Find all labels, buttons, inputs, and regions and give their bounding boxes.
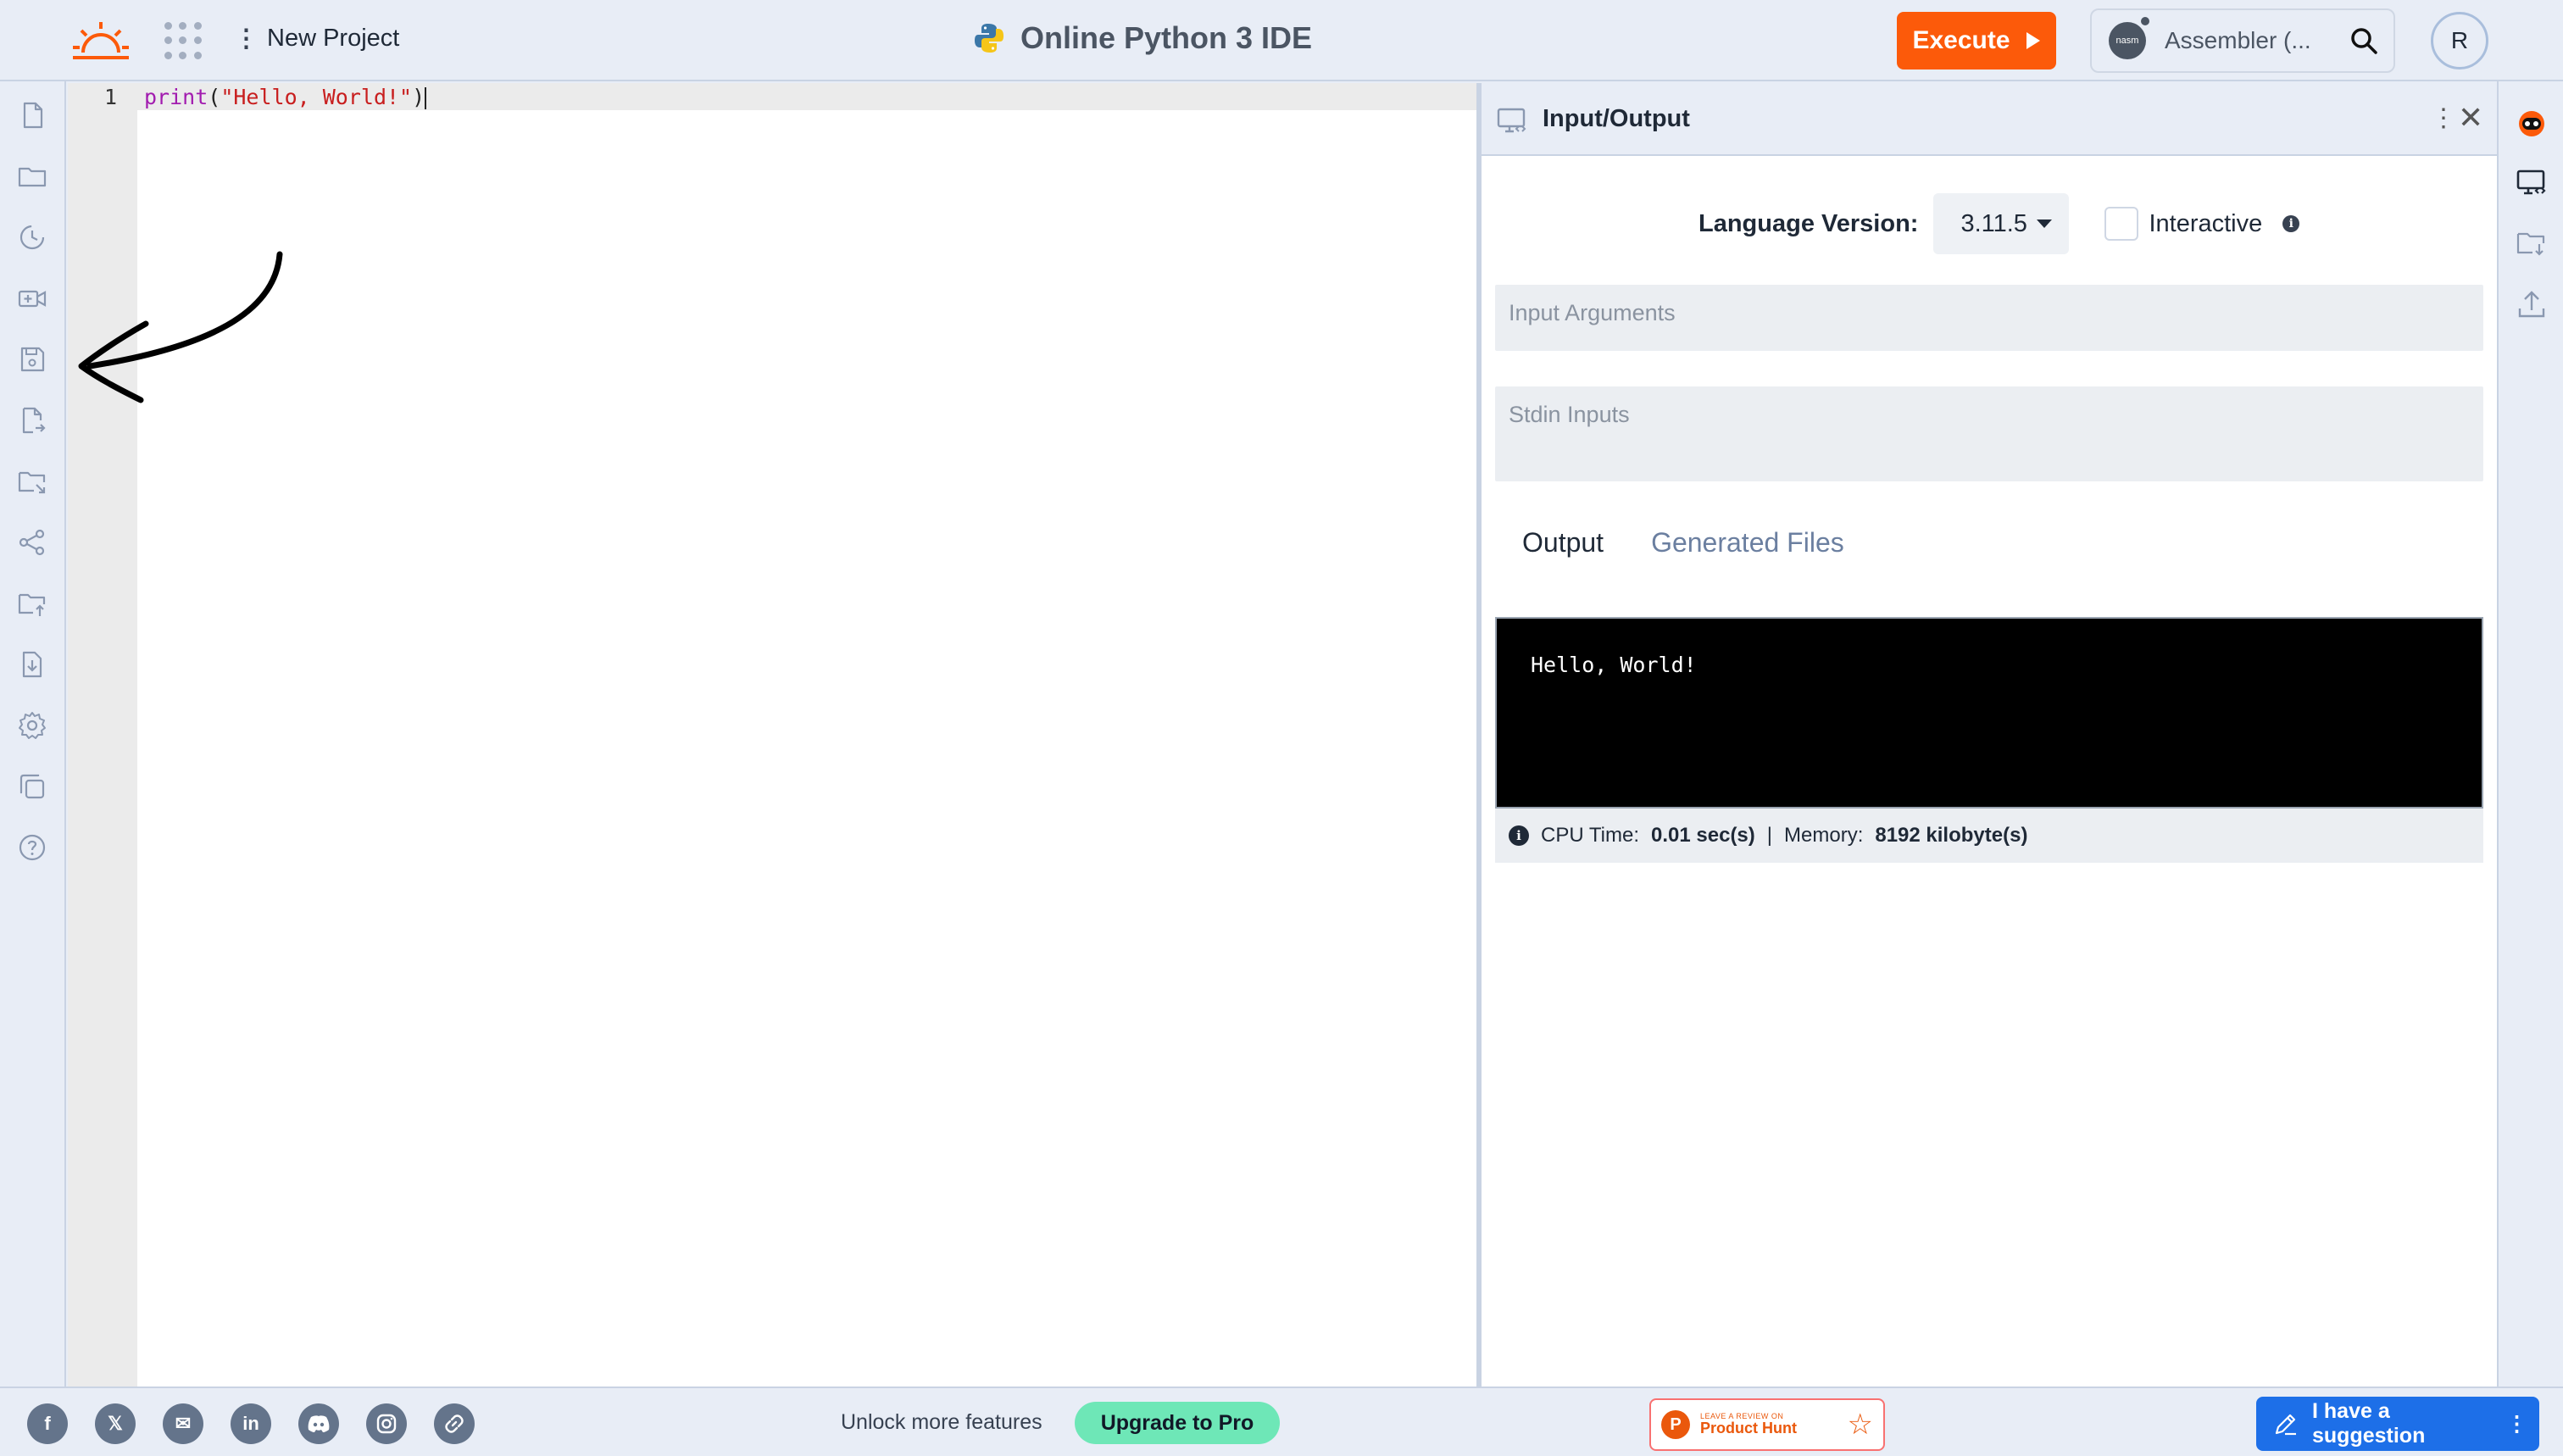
nasm-language-icon: nasm: [2109, 17, 2149, 59]
language-search[interactable]: nasm Assembler (...: [2090, 8, 2395, 73]
user-avatar[interactable]: R: [2431, 12, 2488, 69]
interactive-toggle[interactable]: Interactive i: [2104, 207, 2300, 241]
cpu-time-value: 0.01 sec(s): [1651, 824, 1755, 847]
bot-icon[interactable]: [2516, 107, 2548, 139]
input-arguments-placeholder: Input Arguments: [1509, 300, 1676, 325]
interactive-label: Interactive: [2149, 209, 2263, 237]
language-search-label: Assembler (...: [2165, 27, 2311, 53]
io-panel-header: Input/Output ⋮ ✕: [1482, 83, 2499, 156]
monitor-code-icon: [1497, 108, 1526, 133]
product-hunt-text: LEAVE A REVIEW ON Product Hunt: [1700, 1412, 1837, 1437]
text-cursor: [425, 87, 427, 109]
code-string: "Hello, World!": [220, 85, 413, 109]
new-project-menu[interactable]: ⋮ New Project: [234, 24, 399, 53]
share-icon[interactable]: [17, 527, 47, 558]
monitor-code-icon[interactable]: [2516, 166, 2548, 198]
kebab-menu-icon: ⋮: [234, 25, 259, 53]
email-icon[interactable]: ✉: [163, 1403, 203, 1444]
discord-icon[interactable]: [298, 1403, 339, 1444]
product-hunt-badge[interactable]: P LEAVE A REVIEW ON Product Hunt ☆: [1649, 1398, 1885, 1451]
unlock-features-text: Unlock more features: [841, 1410, 1042, 1434]
copy-icon[interactable]: [17, 771, 47, 802]
left-toolbar: [0, 81, 66, 1387]
page-title-text: Online Python 3 IDE: [1020, 20, 1313, 55]
right-toolbar: [2497, 81, 2563, 1387]
suggestion-button[interactable]: I have a suggestion ⋮: [2256, 1397, 2539, 1451]
info-icon: i: [1509, 825, 1529, 846]
code-keyword: print: [144, 85, 208, 109]
suggestion-label: I have a suggestion: [2312, 1399, 2426, 1448]
move-folder-icon[interactable]: [17, 466, 47, 497]
kebab-menu-icon[interactable]: ⋮: [2506, 1411, 2527, 1437]
close-icon[interactable]: ✕: [2458, 100, 2483, 136]
upload-folder-icon[interactable]: [17, 588, 47, 619]
tab-generated-files[interactable]: Generated Files: [1651, 527, 1844, 559]
instagram-icon[interactable]: [366, 1403, 407, 1444]
hand-drawn-arrow-icon: [78, 251, 283, 403]
execute-button[interactable]: Execute: [1897, 12, 2056, 69]
history-icon[interactable]: [17, 222, 47, 253]
play-icon: [2026, 32, 2040, 49]
language-version-select[interactable]: 3.11.5: [1933, 193, 2070, 254]
pencil-icon: [2275, 1414, 2296, 1436]
language-version-row: Language Version: 3.11.5 Interactive i: [1698, 193, 2300, 254]
code-paren-open: (: [208, 85, 221, 109]
new-project-label: New Project: [267, 25, 400, 52]
x-icon[interactable]: 𝕏: [95, 1403, 136, 1444]
interactive-checkbox[interactable]: [2104, 207, 2139, 241]
output-tabs: Output Generated Files: [1522, 527, 1844, 559]
page-title: Online Python 3 IDE: [973, 20, 1312, 56]
folder-download-icon[interactable]: [2516, 227, 2548, 259]
io-panel-title: Input/Output: [1543, 105, 1690, 132]
language-version-label: Language Version:: [1698, 209, 1919, 237]
python-logo-icon: [975, 24, 1004, 53]
apps-grid-icon[interactable]: [164, 22, 202, 59]
code-paren-close: ): [412, 85, 425, 109]
footer-bar: f 𝕏 ✉ in Unlock more features Upgrade to…: [0, 1387, 2563, 1456]
info-icon[interactable]: i: [2282, 215, 2300, 232]
linkedin-icon[interactable]: in: [231, 1403, 271, 1444]
product-hunt-logo-icon: P: [1661, 1410, 1690, 1439]
execution-stats: i CPU Time: 0.01 sec(s) | Memory: 8192 k…: [1495, 809, 2483, 863]
save-as-icon[interactable]: [17, 405, 47, 436]
memory-value: 8192 kilobyte(s): [1875, 824, 2028, 847]
save-icon[interactable]: [17, 344, 47, 375]
facebook-icon[interactable]: f: [27, 1403, 68, 1444]
stdin-inputs-field[interactable]: Stdin Inputs: [1495, 386, 2483, 481]
tab-output[interactable]: Output: [1522, 527, 1604, 559]
download-icon[interactable]: [17, 649, 47, 680]
execute-label: Execute: [1912, 26, 2010, 54]
top-bar: ⋮ New Project Online Python 3 IDE Execut…: [0, 0, 2563, 81]
language-version-value: 3.11.5: [1960, 209, 2027, 237]
input-output-panel: Input/Output ⋮ ✕ Language Version: 3.11.…: [1480, 83, 2499, 1387]
memory-label: Memory:: [1784, 824, 1864, 847]
stats-separator: |: [1766, 824, 1773, 847]
star-icon: ☆: [1847, 1409, 1873, 1441]
help-icon[interactable]: [17, 832, 47, 863]
jdoodle-logo-icon[interactable]: [71, 19, 131, 63]
open-folder-icon[interactable]: [17, 161, 47, 192]
more-options-icon[interactable]: ⋮: [2431, 103, 2456, 133]
code-line[interactable]: print("Hello, World!"): [144, 85, 427, 109]
upgrade-to-pro-button[interactable]: Upgrade to Pro: [1075, 1402, 1280, 1444]
link-icon[interactable]: [434, 1403, 475, 1444]
chevron-down-icon: [2037, 220, 2053, 228]
output-console: Hello, World!: [1495, 617, 2483, 809]
cpu-time-label: CPU Time:: [1541, 824, 1640, 847]
search-icon[interactable]: [2349, 26, 2378, 55]
video-icon[interactable]: [17, 283, 47, 314]
input-arguments-field[interactable]: Input Arguments: [1495, 285, 2483, 351]
line-number: 1: [103, 85, 117, 109]
stdin-inputs-placeholder: Stdin Inputs: [1509, 402, 1630, 427]
output-text: Hello, World!: [1531, 653, 1697, 677]
upload-icon[interactable]: [2516, 288, 2548, 320]
product-hunt-label: Product Hunt: [1700, 1420, 1797, 1437]
settings-icon[interactable]: [17, 710, 47, 741]
new-file-icon[interactable]: [17, 100, 47, 131]
